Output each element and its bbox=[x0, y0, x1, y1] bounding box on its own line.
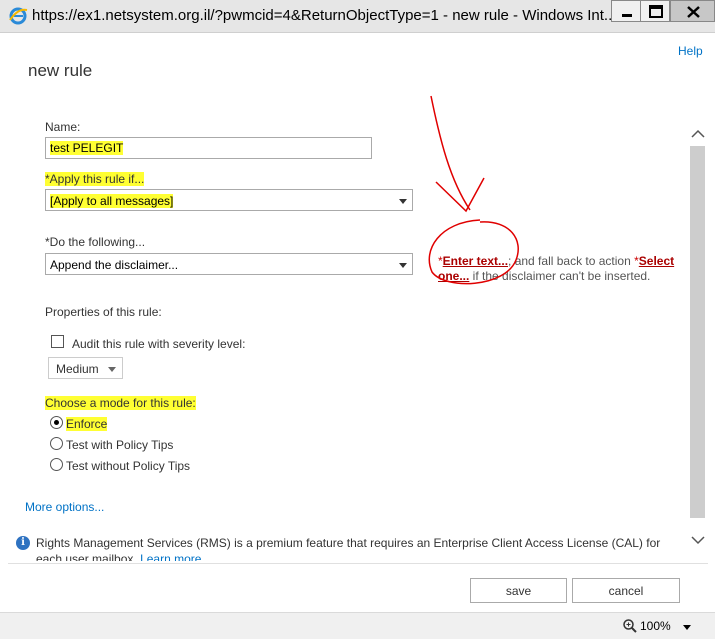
radio-enforce-label: Enforce bbox=[66, 417, 108, 431]
maximize-icon bbox=[649, 5, 663, 18]
apply-rule-dropdown[interactable]: [Apply to all messages] bbox=[45, 189, 413, 211]
action-description: *Enter text...; and fall back to action … bbox=[438, 254, 688, 284]
do-following-value: Append the disclaimer... bbox=[50, 258, 179, 272]
internet-explorer-icon bbox=[9, 7, 28, 25]
radio-enforce[interactable] bbox=[50, 416, 63, 429]
close-button[interactable] bbox=[670, 0, 715, 22]
radio-test-with-tips-label: Test with Policy Tips bbox=[66, 438, 174, 452]
more-options-link[interactable]: More options... bbox=[25, 500, 104, 514]
maximize-button[interactable] bbox=[640, 0, 670, 22]
scroll-down-icon[interactable] bbox=[688, 530, 708, 550]
save-button[interactable]: save bbox=[470, 578, 567, 603]
scroll-up-icon[interactable] bbox=[688, 124, 708, 144]
apply-rule-label: *Apply this rule if... bbox=[45, 172, 145, 186]
learn-more-link[interactable]: Learn more bbox=[140, 552, 201, 561]
scroll-thumb[interactable] bbox=[690, 146, 705, 518]
help-link[interactable]: Help bbox=[678, 44, 703, 58]
action-tail-text: if the disclaimer can't be inserted. bbox=[469, 269, 651, 283]
chevron-down-icon bbox=[399, 199, 407, 204]
page-title: new rule bbox=[28, 61, 93, 80]
name-input-value: test PELEGIT bbox=[50, 141, 124, 155]
enter-text-link[interactable]: Enter text... bbox=[443, 254, 508, 268]
do-following-dropdown[interactable]: Append the disclaimer... bbox=[45, 253, 413, 275]
cancel-button[interactable]: cancel bbox=[572, 578, 680, 603]
info-icon: i bbox=[16, 536, 30, 550]
radio-test-without-tips-label: Test without Policy Tips bbox=[66, 459, 191, 473]
name-label: Name: bbox=[45, 120, 81, 134]
minimize-icon bbox=[622, 14, 632, 17]
radio-test-with-tips[interactable] bbox=[50, 437, 63, 450]
minimize-button[interactable] bbox=[611, 0, 641, 22]
radio-test-without-tips[interactable] bbox=[50, 458, 63, 471]
severity-dropdown[interactable]: Medium bbox=[48, 357, 123, 379]
scrollbar[interactable] bbox=[688, 124, 708, 552]
zoom-level[interactable]: 100% bbox=[640, 619, 671, 633]
chevron-down-icon[interactable] bbox=[683, 625, 691, 630]
close-icon bbox=[687, 6, 700, 18]
rms-info-message: Rights Management Services (RMS) is a pr… bbox=[36, 536, 661, 561]
apply-rule-value: [Apply to all messages] bbox=[50, 194, 174, 208]
audit-checkbox[interactable] bbox=[51, 335, 64, 348]
action-middle-text: ; and fall back to action bbox=[508, 254, 635, 268]
title-bar: https://ex1.netsystem.org.il/?pwmcid=4&R… bbox=[0, 0, 715, 33]
chevron-down-icon bbox=[108, 367, 116, 372]
do-following-label: *Do the following... bbox=[45, 235, 146, 249]
chevron-down-icon bbox=[399, 263, 407, 268]
zoom-icon[interactable] bbox=[622, 618, 638, 634]
audit-label: Audit this rule with severity level: bbox=[72, 337, 246, 351]
footer-divider bbox=[8, 563, 708, 564]
properties-label: Properties of this rule: bbox=[45, 305, 162, 319]
window-title: https://ex1.netsystem.org.il/?pwmcid=4&R… bbox=[32, 7, 612, 24]
rms-info-text: Rights Management Services (RMS) is a pr… bbox=[36, 535, 686, 561]
status-bar: 100% bbox=[0, 612, 715, 639]
name-input[interactable]: test PELEGIT bbox=[45, 137, 372, 159]
severity-value: Medium bbox=[56, 362, 99, 376]
mode-label: Choose a mode for this rule: bbox=[45, 396, 196, 410]
